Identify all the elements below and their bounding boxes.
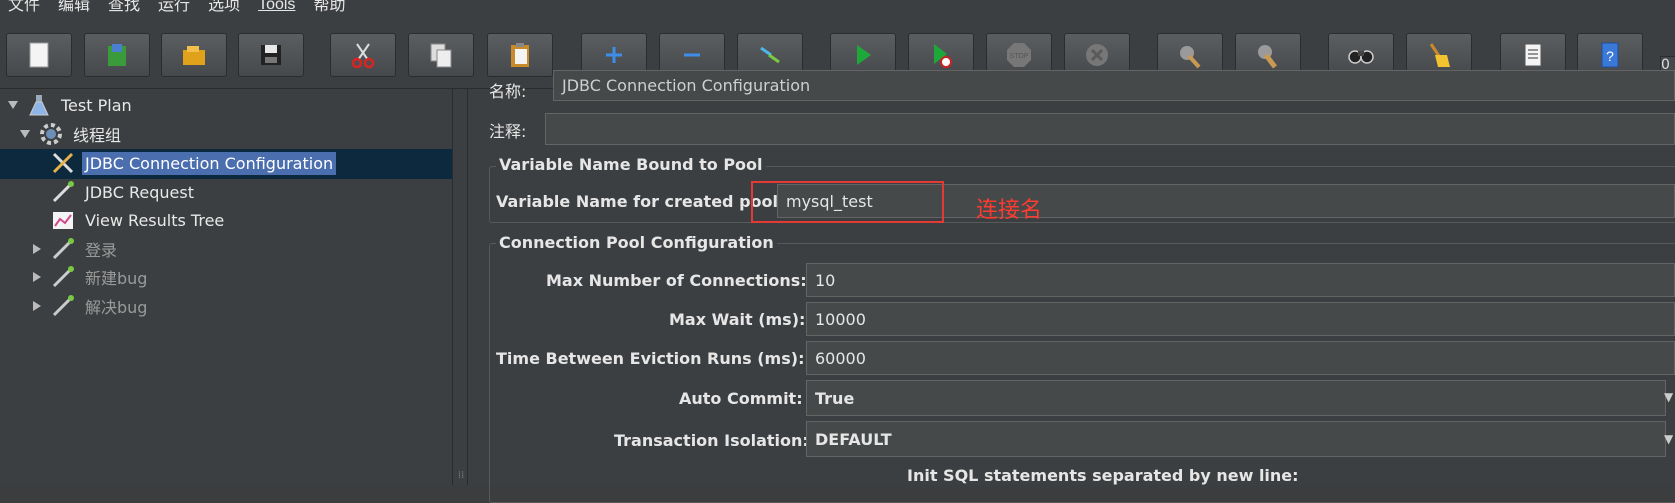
flask-icon: [29, 95, 49, 116]
tree-node-label: Test Plan: [61, 95, 132, 115]
expanded-arrow-icon[interactable]: [18, 127, 32, 141]
tree-node-label: JDBC Connection Configuration: [82, 151, 337, 175]
cut-icon: [351, 43, 375, 69]
splitter-grip-icon[interactable]: ⁞⁞: [458, 470, 466, 482]
svg-text:STOP: STOP: [1010, 53, 1029, 60]
name-label: 名称:: [489, 82, 527, 101]
tree-node-label: 新建bug: [85, 269, 148, 288]
max-wait-value: 10000: [815, 309, 866, 329]
tree-node-jdbc-connection-configuration[interactable]: JDBC Connection Configuration: [50, 150, 337, 176]
connection-pool-group-title: Connection Pool Configuration: [496, 233, 777, 252]
stop-icon: STOP: [1007, 43, 1031, 67]
transaction-isolation-label: Transaction Isolation:: [614, 431, 809, 450]
clear-icon: [1180, 46, 1201, 69]
paste-icon: [511, 43, 529, 67]
copy-button[interactable]: [408, 33, 474, 77]
chart-icon: [53, 212, 73, 229]
save-icon: [261, 45, 281, 65]
auto-commit-select[interactable]: True: [806, 380, 1666, 416]
collapsed-arrow-icon[interactable]: [30, 242, 44, 256]
templates-button[interactable]: [84, 33, 150, 77]
max-wait-label: Max Wait (ms):: [669, 310, 806, 329]
eviction-label: Time Between Eviction Runs (ms):: [496, 349, 805, 368]
copy-icon: [430, 43, 452, 68]
reset-search-icon: [1429, 43, 1450, 67]
new-icon: [29, 42, 49, 68]
menu-options[interactable]: 选项: [199, 0, 249, 13]
cut-button[interactable]: [330, 33, 396, 77]
menu-edit[interactable]: 编辑: [49, 0, 99, 13]
variable-name-group-title: Variable Name Bound to Pool: [496, 155, 766, 174]
paste-button[interactable]: [487, 33, 553, 77]
transaction-isolation-select[interactable]: DEFAULT: [806, 421, 1666, 457]
tree-node-label: 登录: [85, 241, 118, 260]
comment-label: 注释:: [489, 122, 527, 141]
init-sql-label: Init SQL statements separated by new lin…: [907, 466, 1299, 485]
pipette-icon: [52, 181, 74, 203]
max-connections-label: Max Number of Connections:: [546, 271, 807, 290]
toggle-icon: [760, 46, 780, 64]
templates-icon: [108, 44, 126, 66]
comment-input[interactable]: [545, 113, 1675, 145]
tree-node-label: 线程组: [73, 126, 122, 145]
max-connections-value: 10: [815, 270, 836, 290]
open-icon: [183, 46, 205, 65]
collapsed-arrow-icon[interactable]: [30, 299, 44, 313]
highlight-box: [751, 181, 944, 223]
max-wait-input[interactable]: 10000: [806, 302, 1675, 336]
tree-node-jdbc-request[interactable]: JDBC Request: [50, 179, 197, 205]
name-value: JDBC Connection Configuration: [562, 76, 811, 95]
menu-help[interactable]: 帮助: [304, 0, 354, 13]
collapsed-arrow-icon[interactable]: [30, 270, 44, 284]
help-icon: ?: [1601, 42, 1619, 68]
tree-node-label: View Results Tree: [85, 210, 225, 230]
tree-node-label: 解决bug: [85, 298, 148, 317]
auto-commit-value: True: [815, 388, 855, 408]
new-button[interactable]: [6, 33, 72, 77]
function-helper-icon: [1524, 43, 1542, 67]
collapse-all-icon: [684, 53, 700, 57]
tree-node-view-results-tree[interactable]: View Results Tree: [50, 207, 227, 233]
panel-splitter[interactable]: [453, 89, 468, 485]
start-icon: [857, 45, 871, 65]
max-connections-input[interactable]: 10: [806, 263, 1675, 297]
start-no-pauses-icon: [934, 44, 952, 68]
save-button[interactable]: [238, 33, 304, 77]
pipette-icon: [52, 295, 74, 317]
tree-node-new-bug[interactable]: 新建bug: [30, 264, 150, 290]
pipette-icon: [52, 266, 74, 288]
transaction-isolation-value: DEFAULT: [815, 429, 892, 449]
menu-tools[interactable]: Tools: [249, 0, 304, 13]
wrench-screwdriver-icon: [52, 152, 74, 174]
gear-icon: [40, 123, 62, 145]
menu-file[interactable]: 文件: [0, 0, 49, 13]
auto-commit-label: Auto Commit:: [679, 389, 803, 408]
tree-node-label: JDBC Request: [85, 182, 194, 202]
shutdown-icon: [1086, 44, 1108, 66]
menu-search[interactable]: 查找: [99, 0, 149, 13]
eviction-input[interactable]: 60000: [806, 341, 1675, 375]
chevron-down-icon[interactable]: ▼: [1664, 390, 1673, 404]
eviction-value: 60000: [815, 348, 866, 368]
svg-text:?: ?: [1606, 48, 1614, 64]
open-button[interactable]: [161, 33, 227, 77]
tree-node-test-plan[interactable]: Test Plan: [6, 92, 135, 118]
expand-all-icon: [606, 47, 622, 63]
tree-node-thread-group[interactable]: 线程组: [18, 121, 124, 147]
pipette-icon: [52, 238, 74, 260]
tree-node-login[interactable]: 登录: [30, 236, 120, 262]
chevron-down-icon[interactable]: ▼: [1664, 432, 1673, 446]
menubar: 文件 编辑 查找 运行 选项 Tools 帮助: [0, 0, 1675, 20]
tree-node-resolve-bug[interactable]: 解决bug: [30, 293, 150, 319]
clear-all-icon: [1258, 45, 1277, 69]
menu-run[interactable]: 运行: [149, 0, 199, 13]
annotation-label: 连接名: [976, 198, 1043, 223]
expanded-arrow-icon[interactable]: [6, 98, 20, 112]
variable-name-label: Variable Name for created pool:: [496, 192, 785, 211]
name-input[interactable]: JDBC Connection Configuration: [553, 70, 1675, 101]
search-icon: [1348, 50, 1374, 64]
